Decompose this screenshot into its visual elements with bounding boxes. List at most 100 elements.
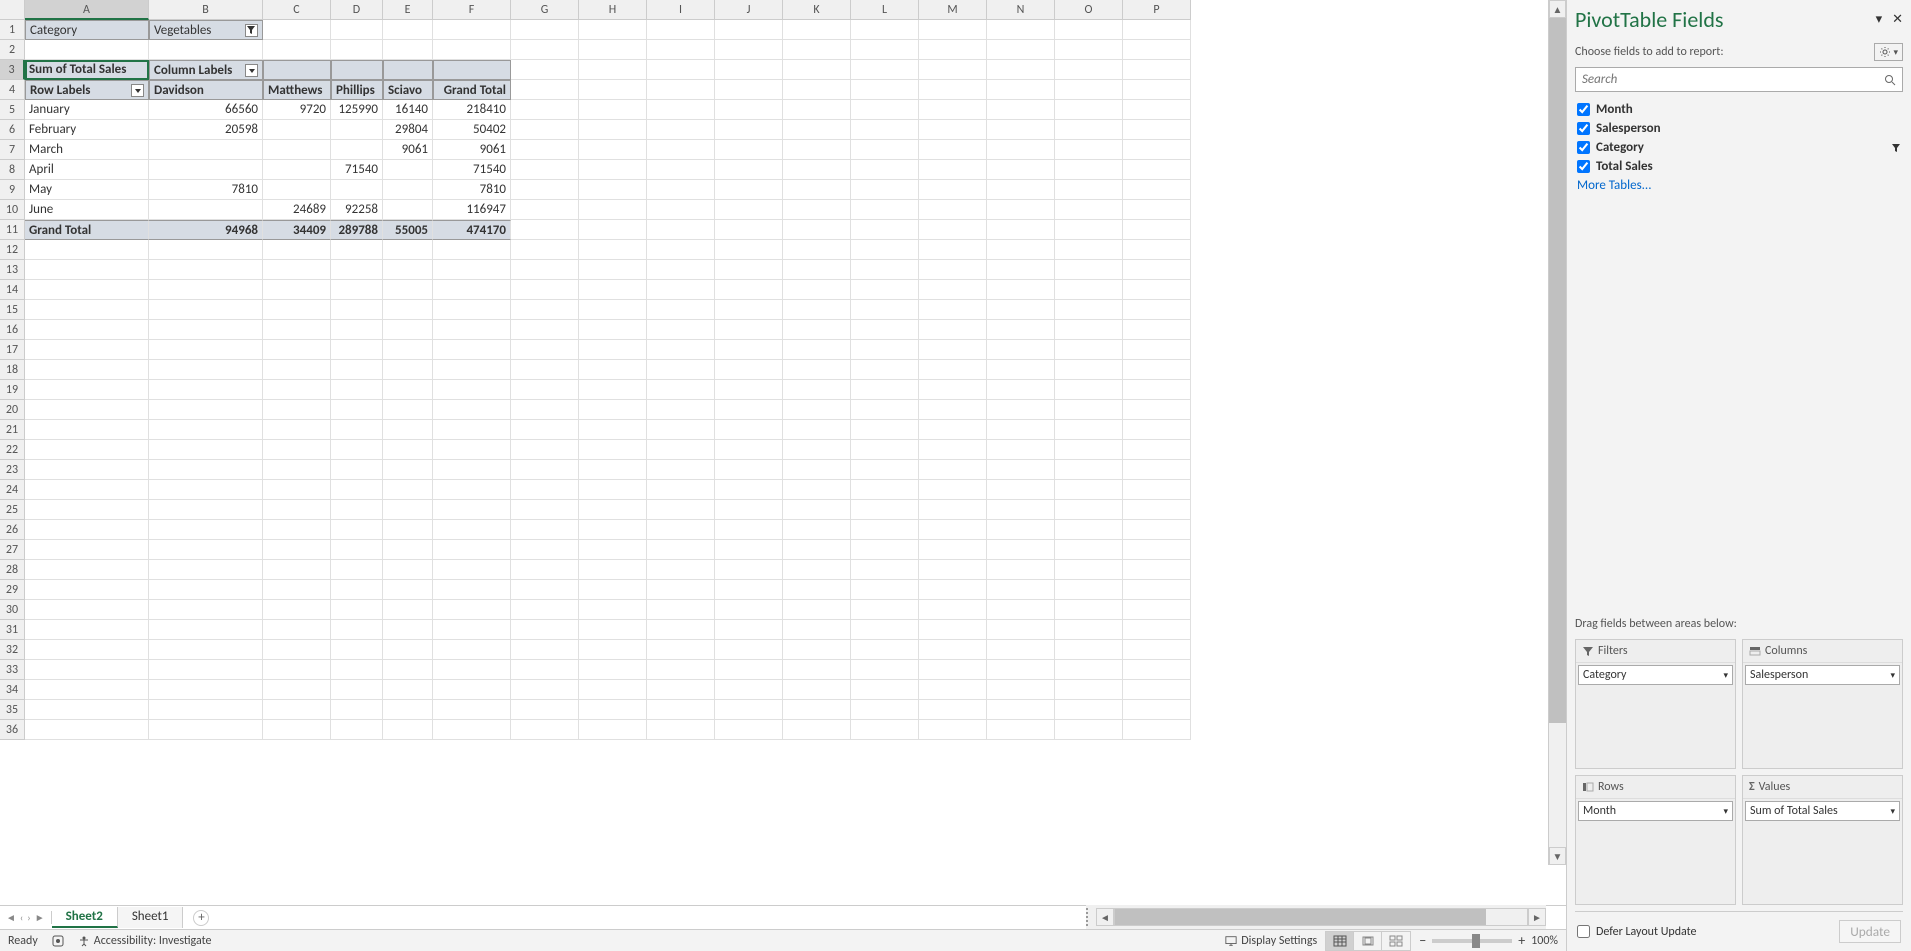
cell[interactable] [919,380,987,400]
cell[interactable] [783,160,851,180]
cell[interactable] [331,340,383,360]
column-header-P[interactable]: P [1123,0,1191,20]
cell[interactable]: May [25,180,149,200]
cell[interactable] [1123,480,1191,500]
cell[interactable] [919,340,987,360]
cell[interactable] [579,100,647,120]
cell[interactable] [579,220,647,240]
cell[interactable] [715,60,783,80]
cell[interactable] [851,60,919,80]
cell[interactable] [987,420,1055,440]
cell[interactable] [263,640,331,660]
cell[interactable]: Grand Total [25,220,149,240]
scroll-down-button[interactable]: ▼ [1549,847,1566,865]
cell[interactable] [1123,140,1191,160]
cell[interactable] [579,540,647,560]
cell[interactable] [383,500,433,520]
search-icon[interactable] [1878,68,1902,91]
cell[interactable] [433,240,511,260]
cell[interactable] [331,500,383,520]
cell[interactable] [433,540,511,560]
cell[interactable] [263,260,331,280]
cell[interactable] [987,520,1055,540]
cell[interactable]: 116947 [433,200,511,220]
cell[interactable] [331,700,383,720]
cell[interactable] [715,640,783,660]
cell[interactable] [383,460,433,480]
cell[interactable] [1123,440,1191,460]
cell[interactable] [25,560,149,580]
row-header-19[interactable]: 19 [0,380,25,400]
cell[interactable] [1055,260,1123,280]
cell[interactable] [433,700,511,720]
cell[interactable] [25,440,149,460]
cell[interactable] [851,180,919,200]
row-header-4[interactable]: 4 [0,80,25,100]
cell[interactable] [25,600,149,620]
cell[interactable] [331,240,383,260]
cell[interactable] [987,660,1055,680]
cell[interactable]: 94968 [149,220,263,240]
cell[interactable] [511,80,579,100]
cell[interactable] [433,400,511,420]
cell[interactable] [383,640,433,660]
cell[interactable] [715,620,783,640]
cell[interactable] [715,680,783,700]
cell[interactable] [919,120,987,140]
cell[interactable] [783,140,851,160]
cell[interactable] [783,460,851,480]
cell[interactable] [647,200,715,220]
cell[interactable] [1123,540,1191,560]
cell[interactable] [433,560,511,580]
cell[interactable] [851,540,919,560]
cell[interactable] [263,580,331,600]
cell[interactable] [579,20,647,40]
cell[interactable] [433,600,511,620]
cell[interactable] [25,580,149,600]
cell[interactable] [919,440,987,460]
cell[interactable] [783,660,851,680]
cell[interactable] [263,60,331,80]
cell[interactable] [919,480,987,500]
update-button[interactable]: Update [1839,920,1901,943]
cell[interactable] [579,200,647,220]
cell[interactable] [383,340,433,360]
cell[interactable] [647,600,715,620]
cell[interactable] [987,20,1055,40]
cell[interactable]: 24689 [263,200,331,220]
cell[interactable]: 289788 [331,220,383,240]
cell[interactable] [919,560,987,580]
cell[interactable] [149,680,263,700]
cell[interactable] [851,300,919,320]
column-header-B[interactable]: B [149,0,263,20]
cell[interactable] [715,660,783,680]
cell[interactable] [1123,680,1191,700]
column-header-H[interactable]: H [579,0,647,20]
cell[interactable] [715,380,783,400]
cell[interactable] [149,380,263,400]
cell[interactable] [647,360,715,380]
row-header-34[interactable]: 34 [0,680,25,700]
cell[interactable] [383,580,433,600]
cell[interactable] [919,680,987,700]
cell[interactable] [1055,120,1123,140]
cell[interactable] [579,640,647,660]
cell[interactable] [919,240,987,260]
cell[interactable] [1123,60,1191,80]
more-tables-link[interactable]: More Tables... [1575,176,1903,195]
cell[interactable] [1055,20,1123,40]
cell[interactable] [783,280,851,300]
cell[interactable] [987,540,1055,560]
row-header-6[interactable]: 6 [0,120,25,140]
cell[interactable] [149,140,263,160]
field-checkbox[interactable] [1577,103,1590,116]
cell[interactable] [579,300,647,320]
cell[interactable] [783,220,851,240]
row-header-3[interactable]: 3 [0,60,25,80]
cell[interactable] [579,700,647,720]
cell[interactable] [149,480,263,500]
cell[interactable] [263,540,331,560]
cell[interactable] [851,420,919,440]
cell[interactable] [263,460,331,480]
cell[interactable] [1055,680,1123,700]
